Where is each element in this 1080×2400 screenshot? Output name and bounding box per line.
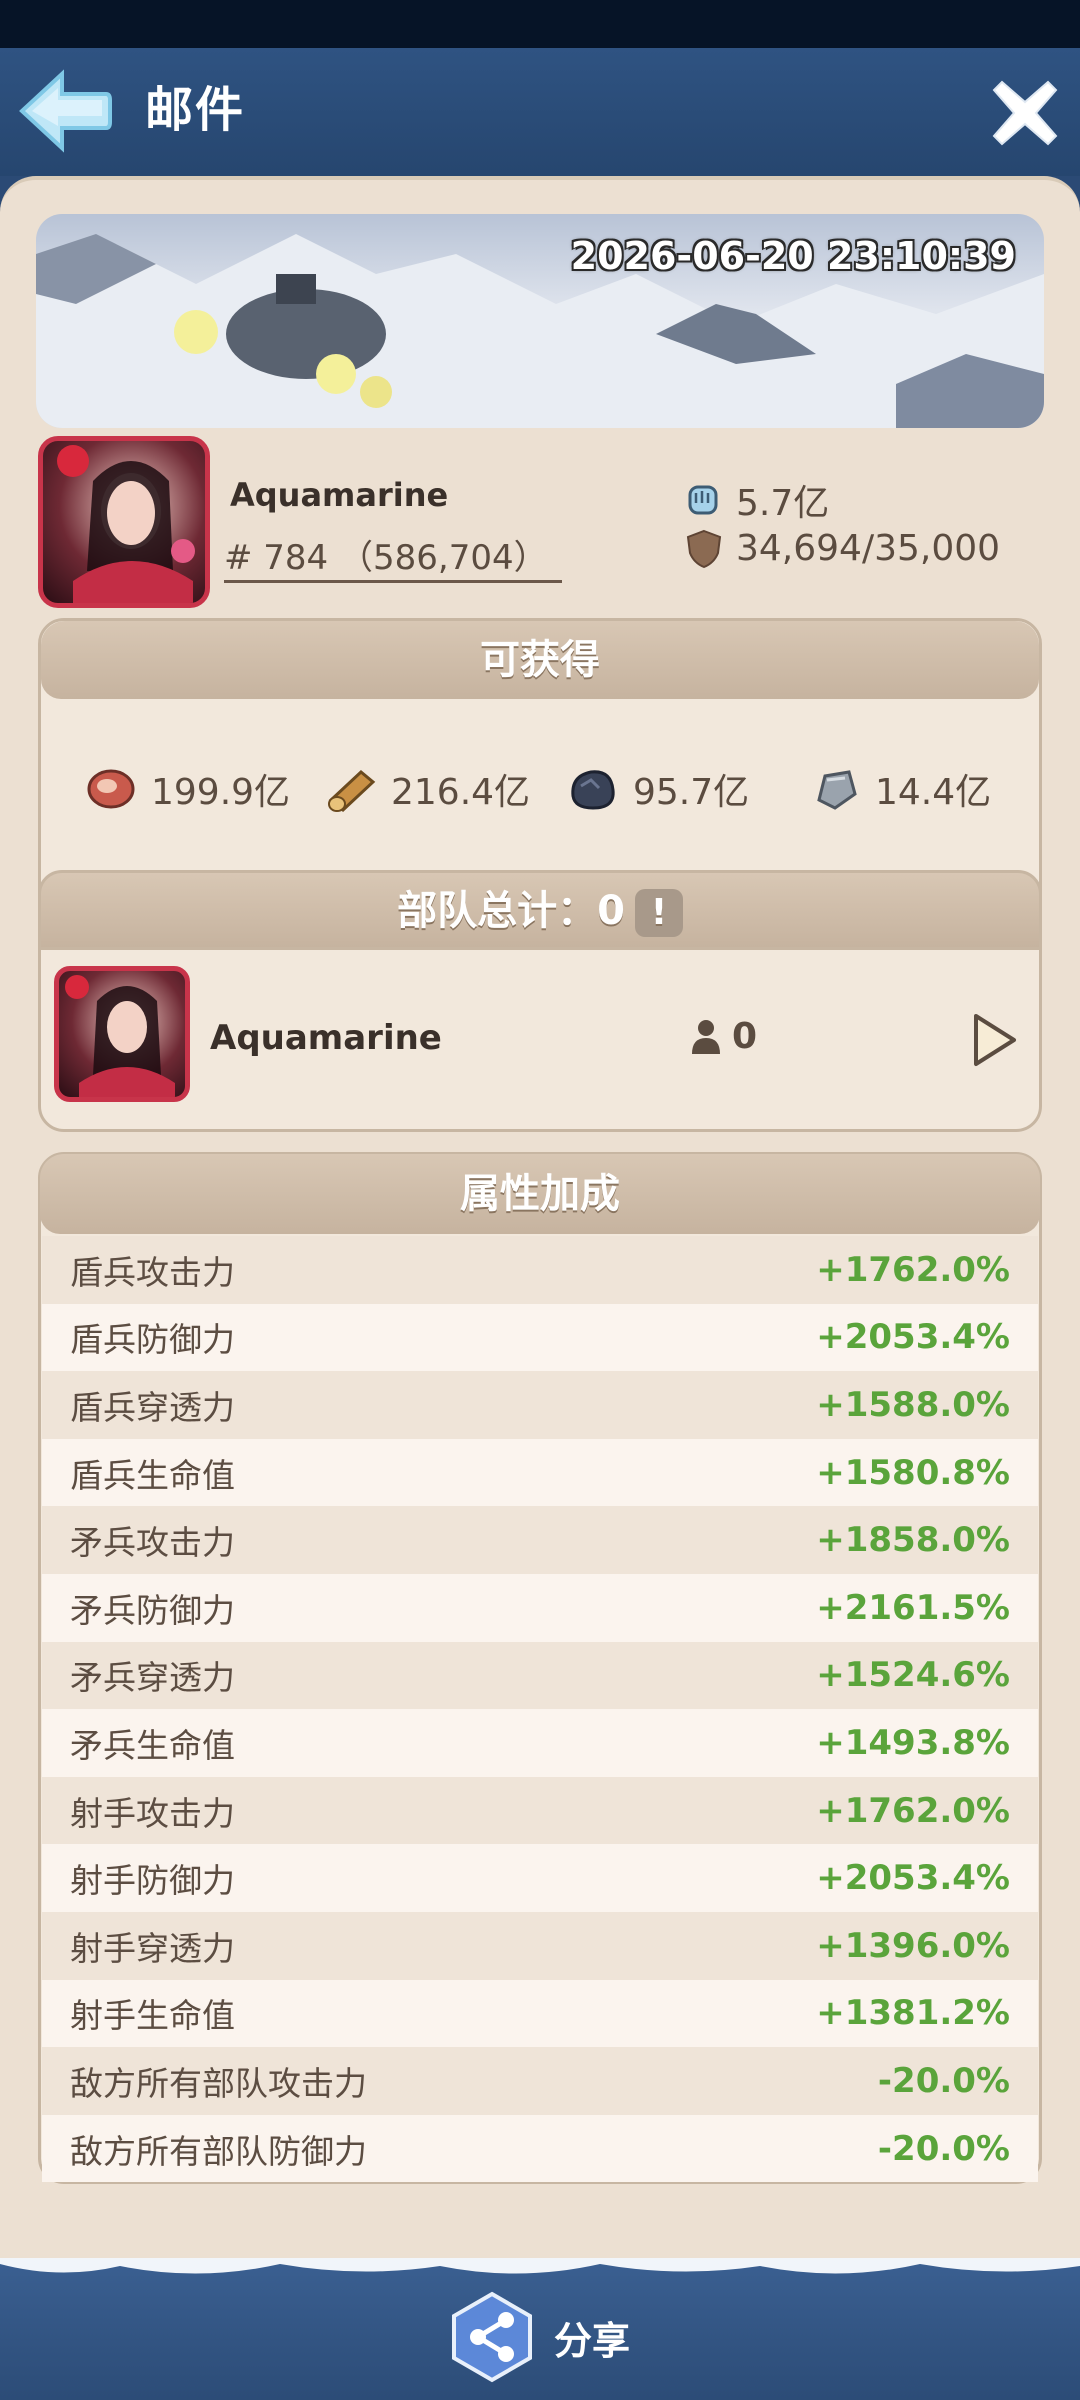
attribute-row: 射手攻击力 +1762.0% <box>42 1776 1038 1845</box>
play-arrow-icon[interactable] <box>970 1012 1020 1068</box>
attribute-value: -20.0% <box>877 2060 1010 2101</box>
troop-count: 0 <box>690 1016 757 1057</box>
attribute-label: 射手生命值 <box>70 1996 235 2036</box>
attribute-label: 矛兵穿透力 <box>70 1658 235 1698</box>
attribute-value: +1580.8% <box>816 1452 1010 1493</box>
player-name: Aquamarine <box>230 476 449 514</box>
attribute-label: 矛兵攻击力 <box>70 1523 235 1563</box>
shield-stat: 34,694/35,000 <box>686 528 1000 569</box>
attribute-row: 矛兵攻击力 +1858.0% <box>42 1506 1038 1574</box>
coal-icon <box>571 770 615 810</box>
attribute-value: +1762.0% <box>816 1790 1010 1831</box>
rewards-row: 199.9亿 216.4亿 95.7亿 14.4亿 <box>41 721 1045 891</box>
fist-icon <box>688 485 718 515</box>
battle-timestamp: 2026-06-20 23:10:39 <box>570 234 1016 278</box>
shield-value: 34,694/35,000 <box>736 528 1001 569</box>
attribute-row: 射手穿透力 +1396.0% <box>42 1911 1038 1980</box>
attribute-value: +1493.8% <box>816 1722 1010 1763</box>
attribute-label: 敌方所有部队攻击力 <box>70 2063 367 2103</box>
attribute-row: 矛兵穿透力 +1524.6% <box>42 1641 1038 1710</box>
attribute-label: 射手攻击力 <box>70 1793 235 1833</box>
attribute-row: 盾兵攻击力 +1762.0% <box>42 1236 1038 1304</box>
back-arrow-icon[interactable] <box>14 66 114 156</box>
attribute-row: 射手生命值 +1381.2% <box>42 1979 1038 2048</box>
reward-item: 14.4亿 <box>809 763 991 815</box>
troop-count-value: 0 <box>732 1016 758 1057</box>
attribute-value: +1396.0% <box>816 1925 1010 1966</box>
snow-decoration <box>0 2258 1080 2274</box>
attribute-value: +2053.4% <box>816 1858 1010 1899</box>
share-icon <box>452 2291 532 2383</box>
attribute-value: +1858.0% <box>816 1520 1010 1561</box>
reward-wood-value: 216.4亿 <box>391 772 531 813</box>
attribute-value: +1588.0% <box>816 1384 1010 1425</box>
meat-icon <box>87 769 135 809</box>
wood-icon <box>328 770 376 812</box>
troops-total-label: 部队总计：0 <box>397 888 625 934</box>
hero-name: Aquamarine <box>210 1018 442 1058</box>
attribute-value: +1524.6% <box>816 1655 1010 1696</box>
reward-item: 199.9亿 <box>85 763 290 815</box>
attribute-value: +1381.2% <box>816 1993 1010 2034</box>
shield-icon <box>686 529 722 568</box>
info-warning-icon[interactable]: ! <box>634 889 683 937</box>
troops-header: 部队总计：0! <box>38 870 1042 950</box>
attribute-label: 敌方所有部队防御力 <box>70 2131 367 2171</box>
reward-item: 95.7亿 <box>567 763 749 815</box>
hero-avatar[interactable] <box>54 966 190 1102</box>
attribute-row: 矛兵防御力 +2161.5% <box>42 1573 1038 1642</box>
battle-banner-image: 2026-06-20 23:10:39 <box>36 214 1044 428</box>
attribute-value: +2053.4% <box>816 1317 1010 1358</box>
attribute-value: +1762.0% <box>816 1249 1010 1290</box>
share-label: 分享 <box>554 2318 631 2363</box>
attribute-row: 射手防御力 +2053.4% <box>42 1844 1038 1912</box>
attribute-label: 射手防御力 <box>70 1861 235 1901</box>
status-bar <box>0 0 1080 48</box>
attribute-label: 矛兵生命值 <box>70 1725 235 1765</box>
close-icon[interactable] <box>990 78 1060 148</box>
attribute-row: 盾兵穿透力 +1588.0% <box>42 1371 1038 1439</box>
attribute-row: 盾兵生命值 +1580.8% <box>42 1438 1038 1507</box>
attribute-row: 盾兵防御力 +2053.4% <box>42 1303 1038 1372</box>
attribute-row: 敌方所有部队防御力 -20.0% <box>42 2114 1038 2183</box>
player-rank: # 784 （586,704） <box>224 538 548 578</box>
reward-iron-value: 14.4亿 <box>875 772 992 813</box>
attribute-label: 矛兵防御力 <box>70 1590 235 1630</box>
reward-coal-value: 95.7亿 <box>633 772 750 813</box>
attribute-label: 盾兵生命值 <box>70 1455 235 1495</box>
reward-item: 216.4亿 <box>325 763 530 815</box>
person-icon <box>692 1019 720 1054</box>
attribute-label: 盾兵攻击力 <box>70 1252 235 1292</box>
attribute-label: 盾兵穿透力 <box>70 1387 235 1427</box>
power-stat: 5.7亿 <box>686 474 829 526</box>
reward-meat-value: 199.9亿 <box>151 772 291 813</box>
attribute-value: +2161.5% <box>816 1587 1010 1628</box>
attribute-value: -20.0% <box>877 2128 1010 2169</box>
attribute-row: 矛兵生命值 +1493.8% <box>42 1709 1038 1777</box>
attribute-label: 盾兵防御力 <box>70 1320 235 1360</box>
player-avatar[interactable] <box>38 436 210 608</box>
top-bar: 邮件 <box>0 48 1080 176</box>
page-title: 邮件 <box>145 82 246 138</box>
attribute-label: 射手穿透力 <box>70 1928 235 1968</box>
rewards-header: 可获得 <box>41 621 1039 699</box>
rank-underline <box>224 580 562 583</box>
power-value: 5.7亿 <box>736 483 830 524</box>
attributes-header: 属性加成 <box>40 1154 1040 1234</box>
share-button[interactable]: 分享 <box>448 2290 630 2384</box>
iron-icon <box>817 770 857 810</box>
attribute-row: 敌方所有部队攻击力 -20.0% <box>42 2047 1038 2115</box>
attributes-list: 盾兵攻击力 +1762.0% 盾兵防御力 +2053.4% 盾兵穿透力 +1588.0… <box>42 1236 1038 2183</box>
